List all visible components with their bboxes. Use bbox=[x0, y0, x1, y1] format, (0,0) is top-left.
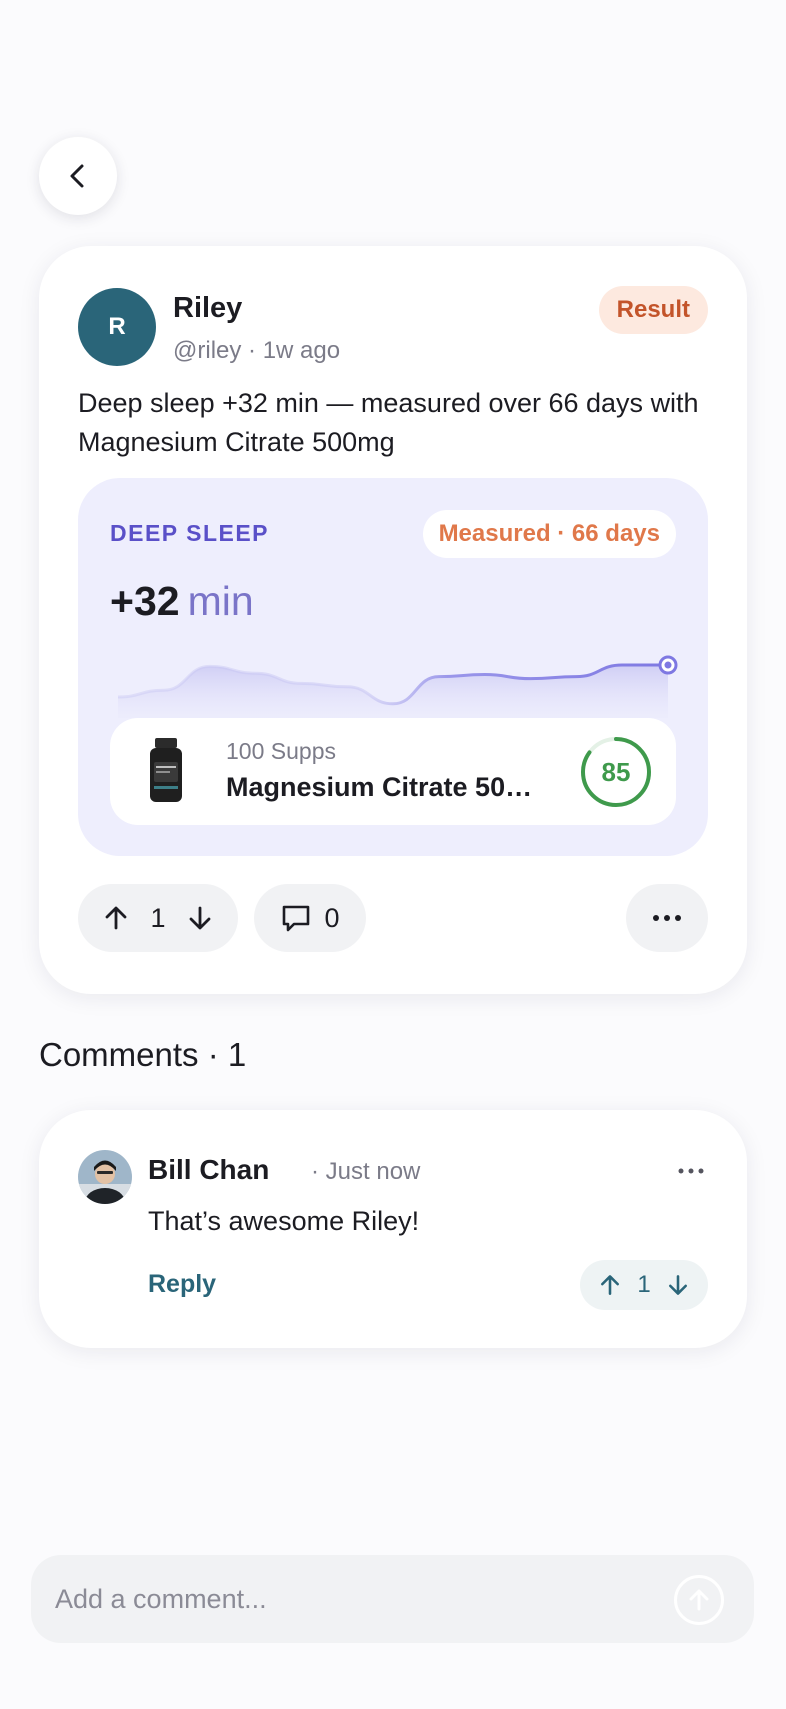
supplement-bottle-icon bbox=[150, 738, 182, 802]
comment-button[interactable]: 0 bbox=[254, 884, 366, 952]
ellipsis-icon bbox=[653, 915, 681, 921]
chevron-left-icon bbox=[70, 164, 84, 188]
ellipsis-icon bbox=[678, 1168, 704, 1174]
author-name[interactable]: Riley bbox=[173, 292, 242, 325]
post-vote-control: 1 bbox=[78, 884, 238, 952]
comment-vote-control: 1 bbox=[580, 1260, 708, 1310]
comment-time: · Just now bbox=[311, 1158, 421, 1185]
downvote-button[interactable] bbox=[186, 904, 214, 932]
reply-button[interactable]: Reply bbox=[148, 1270, 216, 1299]
comment-text: That’s awesome Riley! bbox=[148, 1206, 420, 1236]
comment-card: Bill Chan · Just now That’s awesome Rile… bbox=[39, 1110, 747, 1348]
score-value: 85 bbox=[601, 756, 631, 787]
comment-count: 0 bbox=[324, 902, 340, 933]
metric-value: +32 min bbox=[110, 578, 254, 625]
upvote-button[interactable] bbox=[102, 904, 130, 932]
author-avatar[interactable]: R bbox=[78, 288, 156, 366]
send-button[interactable] bbox=[674, 1575, 724, 1625]
back-button[interactable] bbox=[39, 137, 117, 215]
metric-value-unit: min bbox=[187, 578, 254, 624]
score-ring: 85 bbox=[578, 734, 654, 810]
comment-composer bbox=[31, 1555, 754, 1643]
post-more-button[interactable] bbox=[626, 884, 708, 952]
avatar-initial: R bbox=[108, 313, 126, 340]
post-card: R Riley @riley · 1w ago Result Deep slee… bbox=[39, 246, 747, 994]
sparkline-area bbox=[118, 665, 668, 718]
comment-downvote-button[interactable] bbox=[666, 1273, 690, 1297]
metric-panel[interactable]: DEEP SLEEP Measured · 66 days +32 min 10… bbox=[78, 478, 708, 856]
supplement-card[interactable]: 100 Supps Magnesium Citrate 500mg 85 bbox=[110, 718, 676, 825]
comment-more-button[interactable] bbox=[671, 1158, 711, 1184]
comment-input[interactable] bbox=[55, 1555, 655, 1643]
supplement-brand: 100 Supps bbox=[226, 738, 336, 764]
commenter-avatar[interactable] bbox=[78, 1150, 132, 1204]
measured-badge: Measured · 66 days bbox=[422, 510, 676, 558]
result-badge: Result bbox=[598, 286, 708, 334]
author-meta: @riley · 1w ago bbox=[173, 337, 341, 364]
speech-bubble-icon bbox=[283, 905, 310, 932]
metric-value-number: +32 bbox=[110, 578, 180, 624]
post-text: Deep sleep +32 min — measured over 66 da… bbox=[78, 388, 699, 457]
comment-upvote-button[interactable] bbox=[598, 1273, 622, 1297]
commenter-name[interactable]: Bill Chan bbox=[148, 1154, 269, 1186]
comment-vote-count: 1 bbox=[637, 1271, 651, 1298]
metric-label: DEEP SLEEP bbox=[110, 520, 270, 546]
comments-heading: Comments · 1 bbox=[39, 1036, 247, 1073]
vote-count: 1 bbox=[150, 902, 166, 933]
sparkline-end-dot bbox=[664, 661, 672, 669]
arrow-up-circle-icon bbox=[689, 1589, 709, 1611]
supplement-name: Magnesium Citrate 500mg bbox=[226, 772, 546, 802]
sparkline-chart bbox=[118, 655, 678, 718]
